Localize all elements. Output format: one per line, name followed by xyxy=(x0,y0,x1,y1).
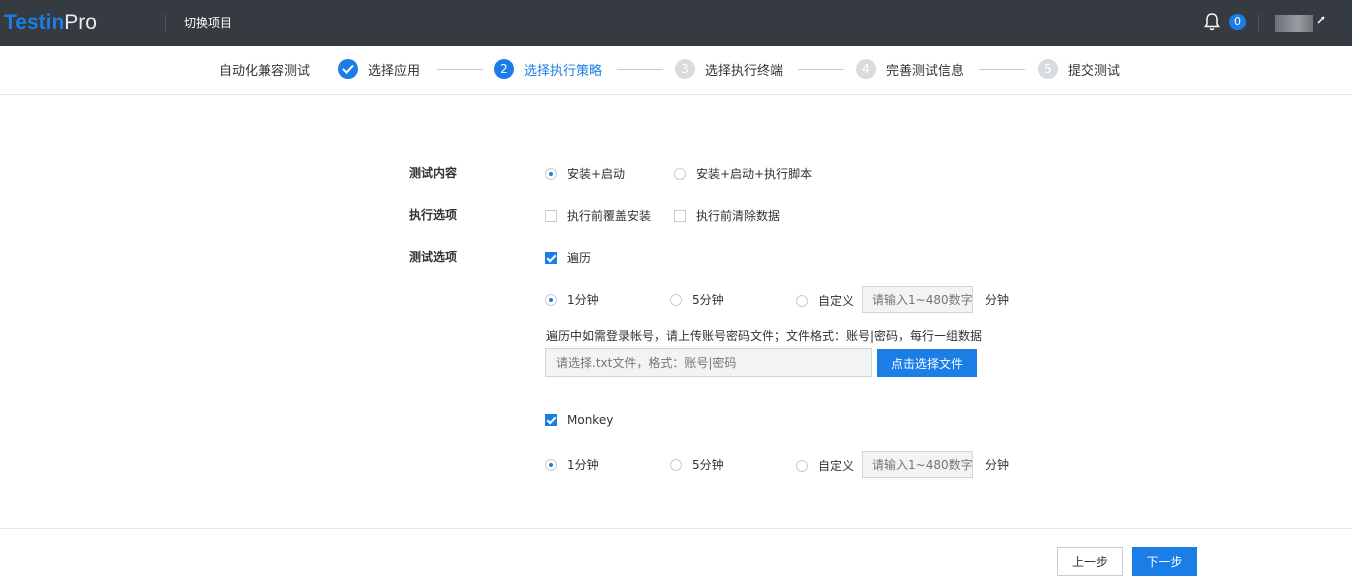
step-number: 4 xyxy=(856,59,876,79)
step-complete-info[interactable]: 4 完善测试信息 xyxy=(856,59,964,79)
step-select-app[interactable]: 选择应用 xyxy=(338,59,420,79)
step-connector xyxy=(798,69,844,70)
step-root-title: 自动化兼容测试 xyxy=(219,64,311,79)
logo-text-testin: Testin xyxy=(4,11,65,34)
avatar[interactable] xyxy=(1275,15,1313,32)
caret-icon[interactable] xyxy=(1317,16,1325,24)
next-step-button[interactable]: 下一步 xyxy=(1132,547,1197,576)
option-label: 5分钟 xyxy=(692,293,724,307)
test-options-label: 测试选项 xyxy=(409,250,458,264)
step-select-terminal[interactable]: 3 选择执行终端 xyxy=(675,59,783,79)
step-submit[interactable]: 5 提交测试 xyxy=(1038,59,1120,79)
radio-icon[interactable] xyxy=(545,458,557,471)
radio-install-launch[interactable]: 安装+启动 xyxy=(545,165,625,182)
checkbox-icon[interactable] xyxy=(545,209,557,222)
step-connector xyxy=(979,69,1025,70)
option-label: 遍历 xyxy=(567,251,592,265)
option-label: 1分钟 xyxy=(567,458,599,472)
monkey-custom-minutes-input[interactable] xyxy=(862,451,973,478)
radio-icon[interactable] xyxy=(545,167,557,180)
checkbox-overwrite-install[interactable]: 执行前覆盖安装 xyxy=(545,207,651,224)
step-number: 3 xyxy=(675,59,695,79)
checkbox-clear-data[interactable]: 执行前清除数据 xyxy=(674,207,780,224)
radio-icon[interactable] xyxy=(796,294,808,307)
option-label: 1分钟 xyxy=(567,293,599,307)
traverse-login-hint: 遍历中如需登录帐号，请上传账号密码文件；文件格式：账号|密码，每行一组数据 xyxy=(546,329,983,343)
account-file-input[interactable] xyxy=(545,348,872,377)
option-label: 自定义 xyxy=(818,294,855,308)
option-label: 自定义 xyxy=(818,459,855,473)
checkbox-icon[interactable] xyxy=(545,414,557,426)
header-divider-right xyxy=(1258,14,1259,32)
top-bar: TestinPro 切换项目 0 xyxy=(0,0,1352,46)
check-icon xyxy=(338,59,358,79)
step-label: 选择执行策略 xyxy=(524,63,603,79)
option-label: 执行前覆盖安装 xyxy=(567,209,652,223)
radio-icon[interactable] xyxy=(796,459,808,472)
traverse-custom-minutes-input[interactable] xyxy=(862,286,973,313)
checkbox-traverse[interactable]: 遍历 xyxy=(545,249,591,266)
checkbox-icon[interactable] xyxy=(674,209,686,222)
radio-icon[interactable] xyxy=(670,293,682,306)
steps-bar: 自动化兼容测试 选择应用 2 选择执行策略 3 选择执行终端 4 完善测试信息 … xyxy=(0,46,1352,95)
checkbox-icon[interactable] xyxy=(545,251,557,264)
step-select-strategy[interactable]: 2 选择执行策略 xyxy=(494,59,602,79)
option-label: 安装+启动+执行脚本 xyxy=(696,167,813,181)
unit-label: 分钟 xyxy=(985,293,1010,307)
checkbox-monkey[interactable]: Monkey xyxy=(545,413,613,427)
prev-step-button[interactable]: 上一步 xyxy=(1057,547,1123,576)
option-label: 5分钟 xyxy=(692,458,724,472)
test-content-label: 测试内容 xyxy=(409,166,458,180)
footer-divider xyxy=(0,528,1352,529)
choose-file-button[interactable]: 点击选择文件 xyxy=(877,349,977,377)
exec-options-label: 执行选项 xyxy=(409,208,458,222)
step-connector xyxy=(437,69,483,70)
radio-monkey-5min[interactable]: 5分钟 xyxy=(670,456,724,473)
step-label: 完善测试信息 xyxy=(886,63,965,79)
option-label: Monkey xyxy=(567,413,614,427)
switch-project-link[interactable]: 切换项目 xyxy=(184,14,232,31)
step-label: 提交测试 xyxy=(1068,63,1121,79)
step-number: 2 xyxy=(494,59,514,79)
radio-icon[interactable] xyxy=(674,167,686,180)
radio-icon[interactable] xyxy=(545,293,557,306)
step-number: 5 xyxy=(1038,59,1058,79)
radio-install-launch-script[interactable]: 安装+启动+执行脚本 xyxy=(674,165,812,182)
radio-monkey-1min[interactable]: 1分钟 xyxy=(545,456,599,473)
unit-label: 分钟 xyxy=(985,458,1010,472)
bell-icon[interactable] xyxy=(1203,12,1221,32)
option-label: 安装+启动 xyxy=(567,167,626,181)
radio-traverse-1min[interactable]: 1分钟 xyxy=(545,291,599,308)
step-connector xyxy=(617,69,663,70)
header-divider xyxy=(165,14,166,32)
radio-traverse-5min[interactable]: 5分钟 xyxy=(670,291,724,308)
step-label: 选择执行终端 xyxy=(705,63,784,79)
step-label: 选择应用 xyxy=(368,63,421,79)
radio-traverse-custom[interactable]: 自定义 xyxy=(796,292,854,309)
option-label: 执行前清除数据 xyxy=(696,209,781,223)
radio-monkey-custom[interactable]: 自定义 xyxy=(796,457,854,474)
radio-icon[interactable] xyxy=(670,458,682,471)
logo[interactable]: TestinPro xyxy=(4,11,97,35)
notification-badge[interactable]: 0 xyxy=(1229,14,1246,30)
logo-text-pro: Pro xyxy=(64,11,97,34)
